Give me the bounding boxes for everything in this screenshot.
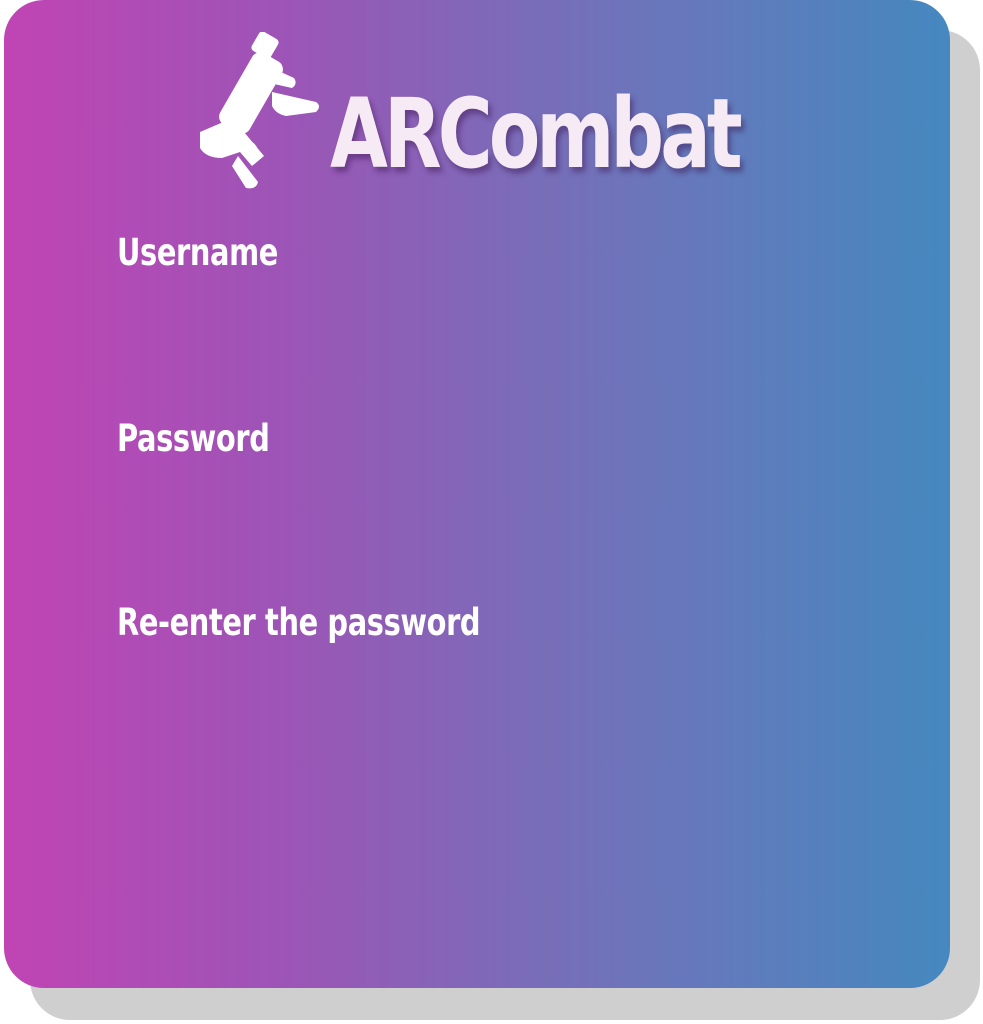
password-input[interactable]	[117, 471, 677, 523]
app-title: ARCombat	[330, 78, 743, 190]
username-label: Username	[117, 231, 278, 274]
screen: ARCombat Username Password Re-enter the …	[0, 0, 983, 1024]
brand-header: ARCombat	[194, 28, 794, 198]
raygun-icon	[200, 32, 319, 189]
username-input[interactable]	[117, 285, 677, 337]
signup-card: ARCombat Username Password Re-enter the …	[4, 0, 950, 988]
confirm-password-input[interactable]	[117, 655, 677, 707]
confirm-password-label: Re-enter the password	[117, 601, 481, 644]
password-label: Password	[117, 417, 270, 460]
